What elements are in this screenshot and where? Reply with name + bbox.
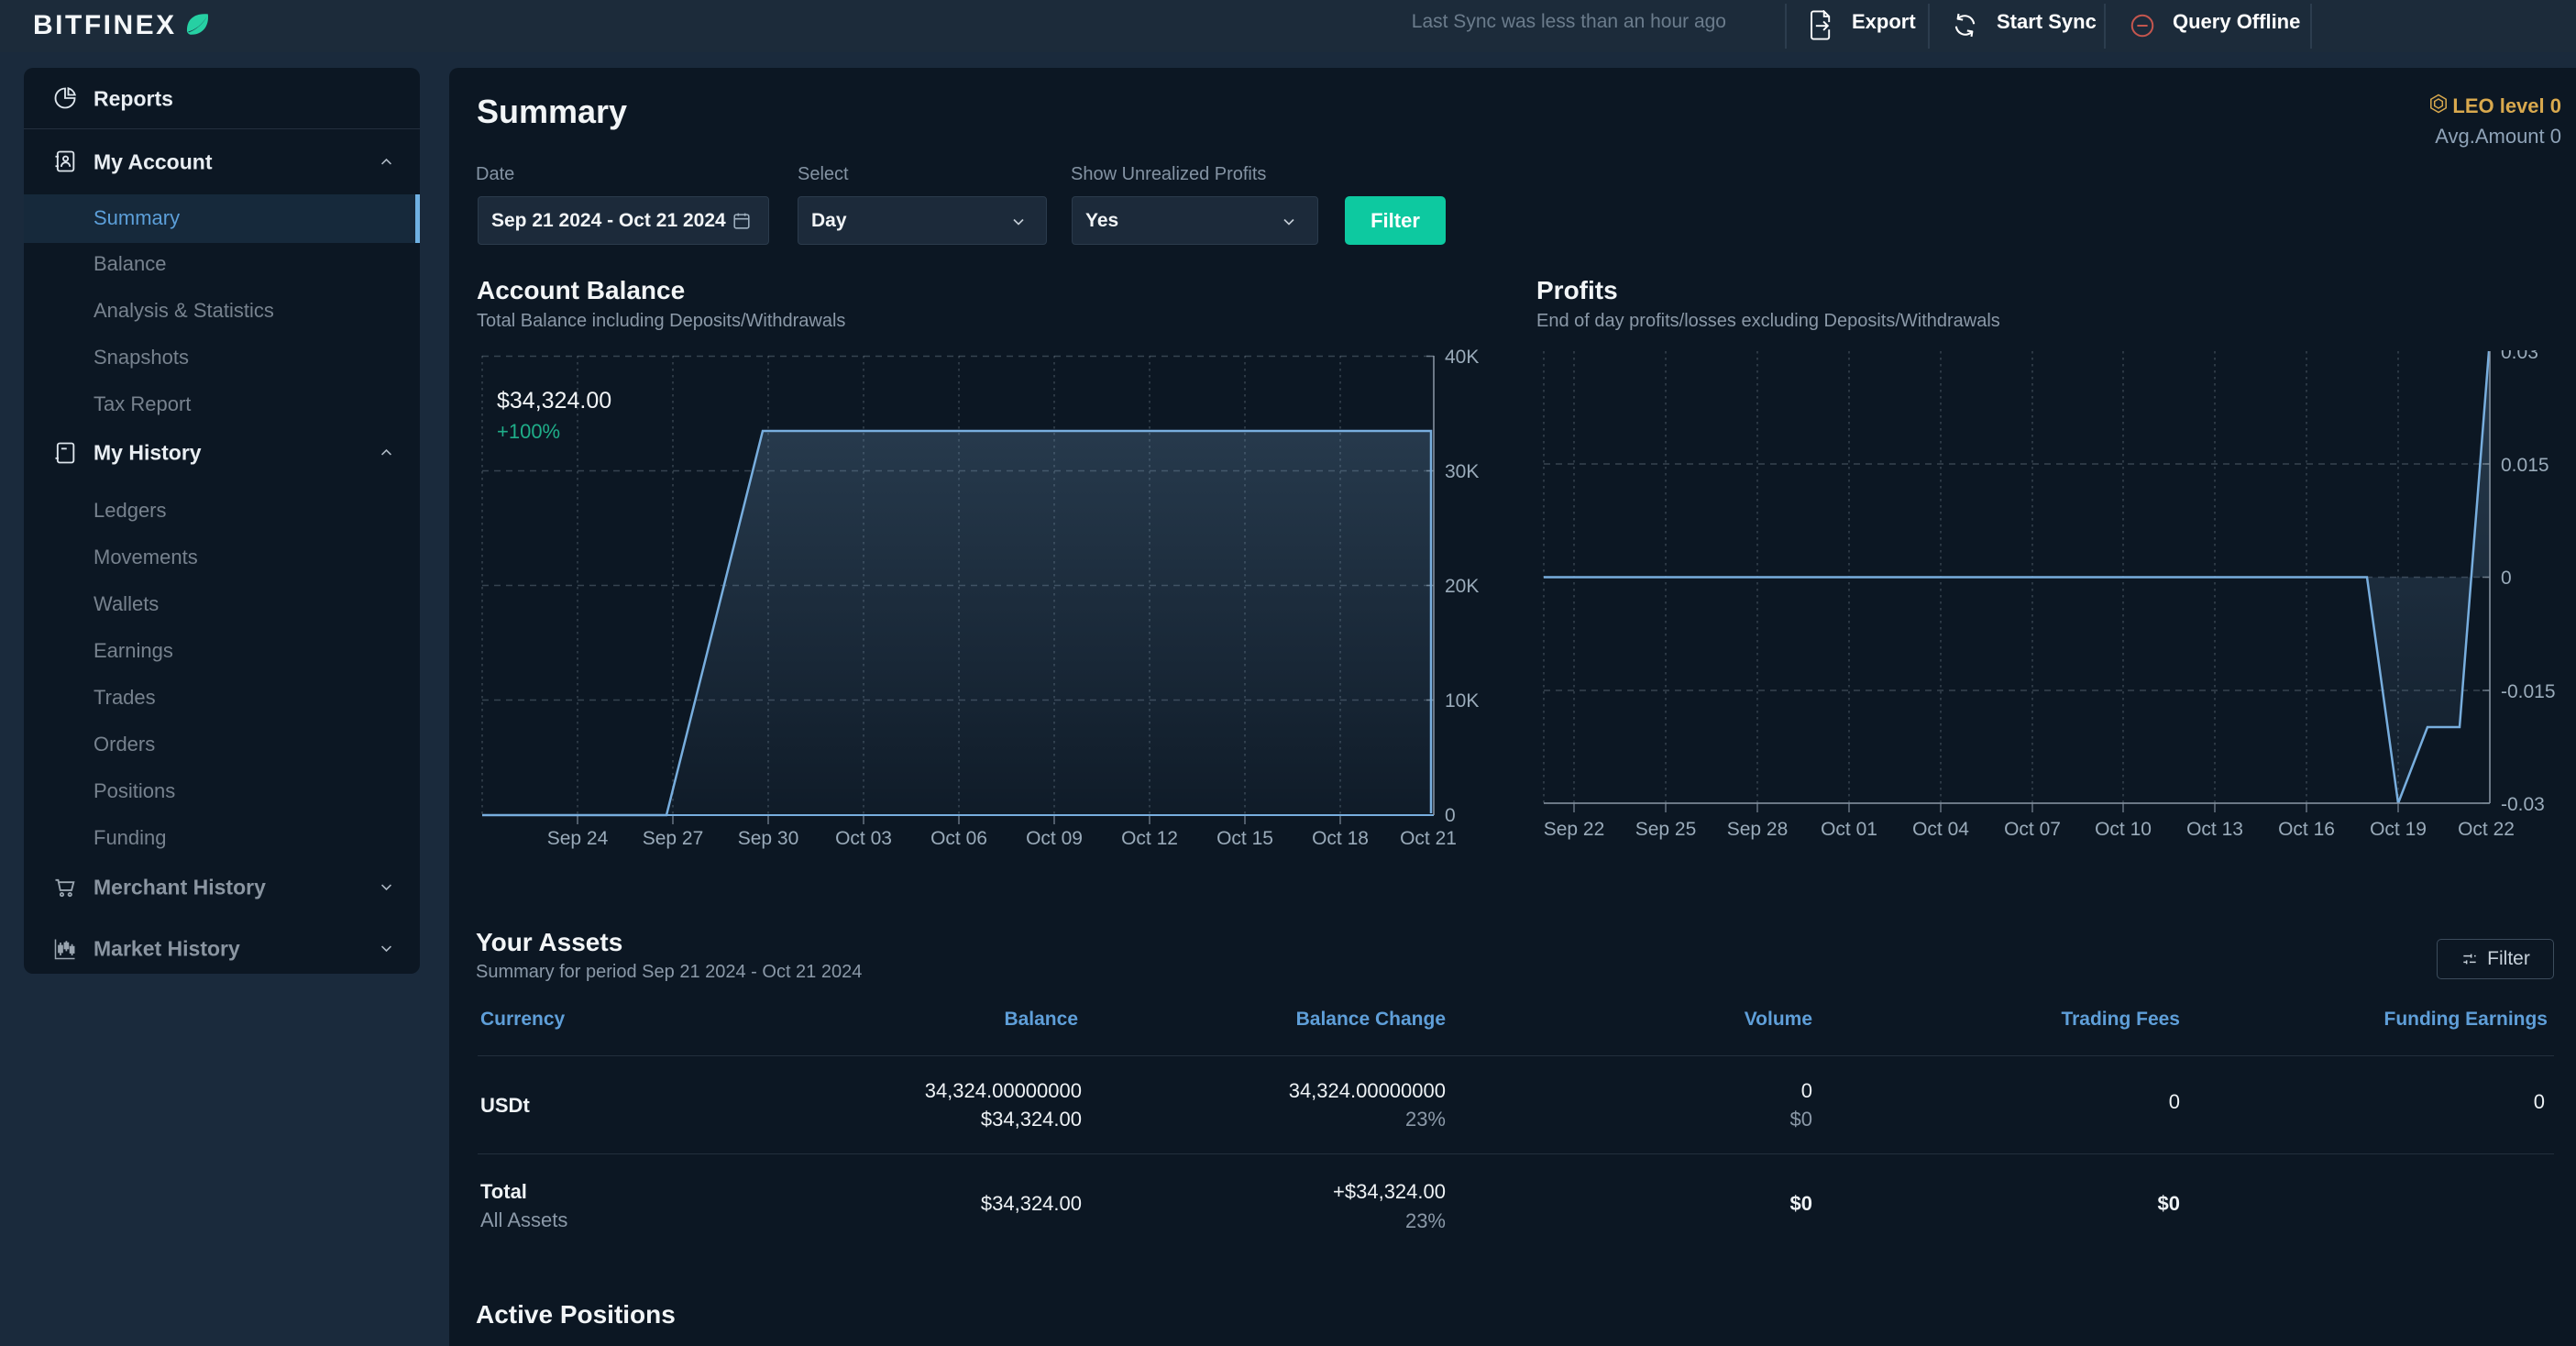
svg-text:0: 0 xyxy=(1445,805,1456,826)
svg-text:Oct 04: Oct 04 xyxy=(1912,819,1969,840)
svg-text:-0.015: -0.015 xyxy=(2501,681,2556,702)
svg-text:40K: 40K xyxy=(1445,347,1479,368)
svg-text:Oct 15: Oct 15 xyxy=(1216,828,1273,849)
svg-text:-0.03: -0.03 xyxy=(2501,794,2545,815)
svg-text:$34,324.00: $34,324.00 xyxy=(497,388,611,414)
svg-text:10K: 10K xyxy=(1445,690,1479,712)
svg-text:+100%: +100% xyxy=(497,420,560,443)
svg-text:0.03: 0.03 xyxy=(2501,342,2538,363)
svg-text:Oct 03: Oct 03 xyxy=(835,828,892,849)
svg-text:Sep 30: Sep 30 xyxy=(738,828,799,849)
svg-text:Oct 09: Oct 09 xyxy=(1026,828,1083,849)
svg-text:Oct 06: Oct 06 xyxy=(930,828,987,849)
svg-text:Oct 16: Oct 16 xyxy=(2278,819,2335,840)
svg-text:Sep 25: Sep 25 xyxy=(1635,819,1697,840)
svg-text:Oct 10: Oct 10 xyxy=(2095,819,2152,840)
svg-text:Oct 07: Oct 07 xyxy=(2004,819,2061,840)
svg-text:30K: 30K xyxy=(1445,461,1479,482)
svg-text:Sep 28: Sep 28 xyxy=(1727,819,1789,840)
svg-text:Oct 13: Oct 13 xyxy=(2186,819,2243,840)
svg-text:Sep 22: Sep 22 xyxy=(1544,819,1605,840)
svg-text:20K: 20K xyxy=(1445,576,1479,597)
svg-text:Sep 27: Sep 27 xyxy=(643,828,704,849)
svg-text:Oct 12: Oct 12 xyxy=(1121,828,1178,849)
svg-text:Oct 21: Oct 21 xyxy=(1400,828,1457,849)
svg-text:Sep 24: Sep 24 xyxy=(547,828,609,849)
svg-text:0.015: 0.015 xyxy=(2501,455,2549,476)
svg-text:Oct 22: Oct 22 xyxy=(2458,819,2515,840)
svg-text:Oct 19: Oct 19 xyxy=(2370,819,2427,840)
svg-text:0: 0 xyxy=(2501,568,2512,589)
svg-text:Oct 18: Oct 18 xyxy=(1312,828,1369,849)
svg-text:Oct 01: Oct 01 xyxy=(1821,819,1877,840)
